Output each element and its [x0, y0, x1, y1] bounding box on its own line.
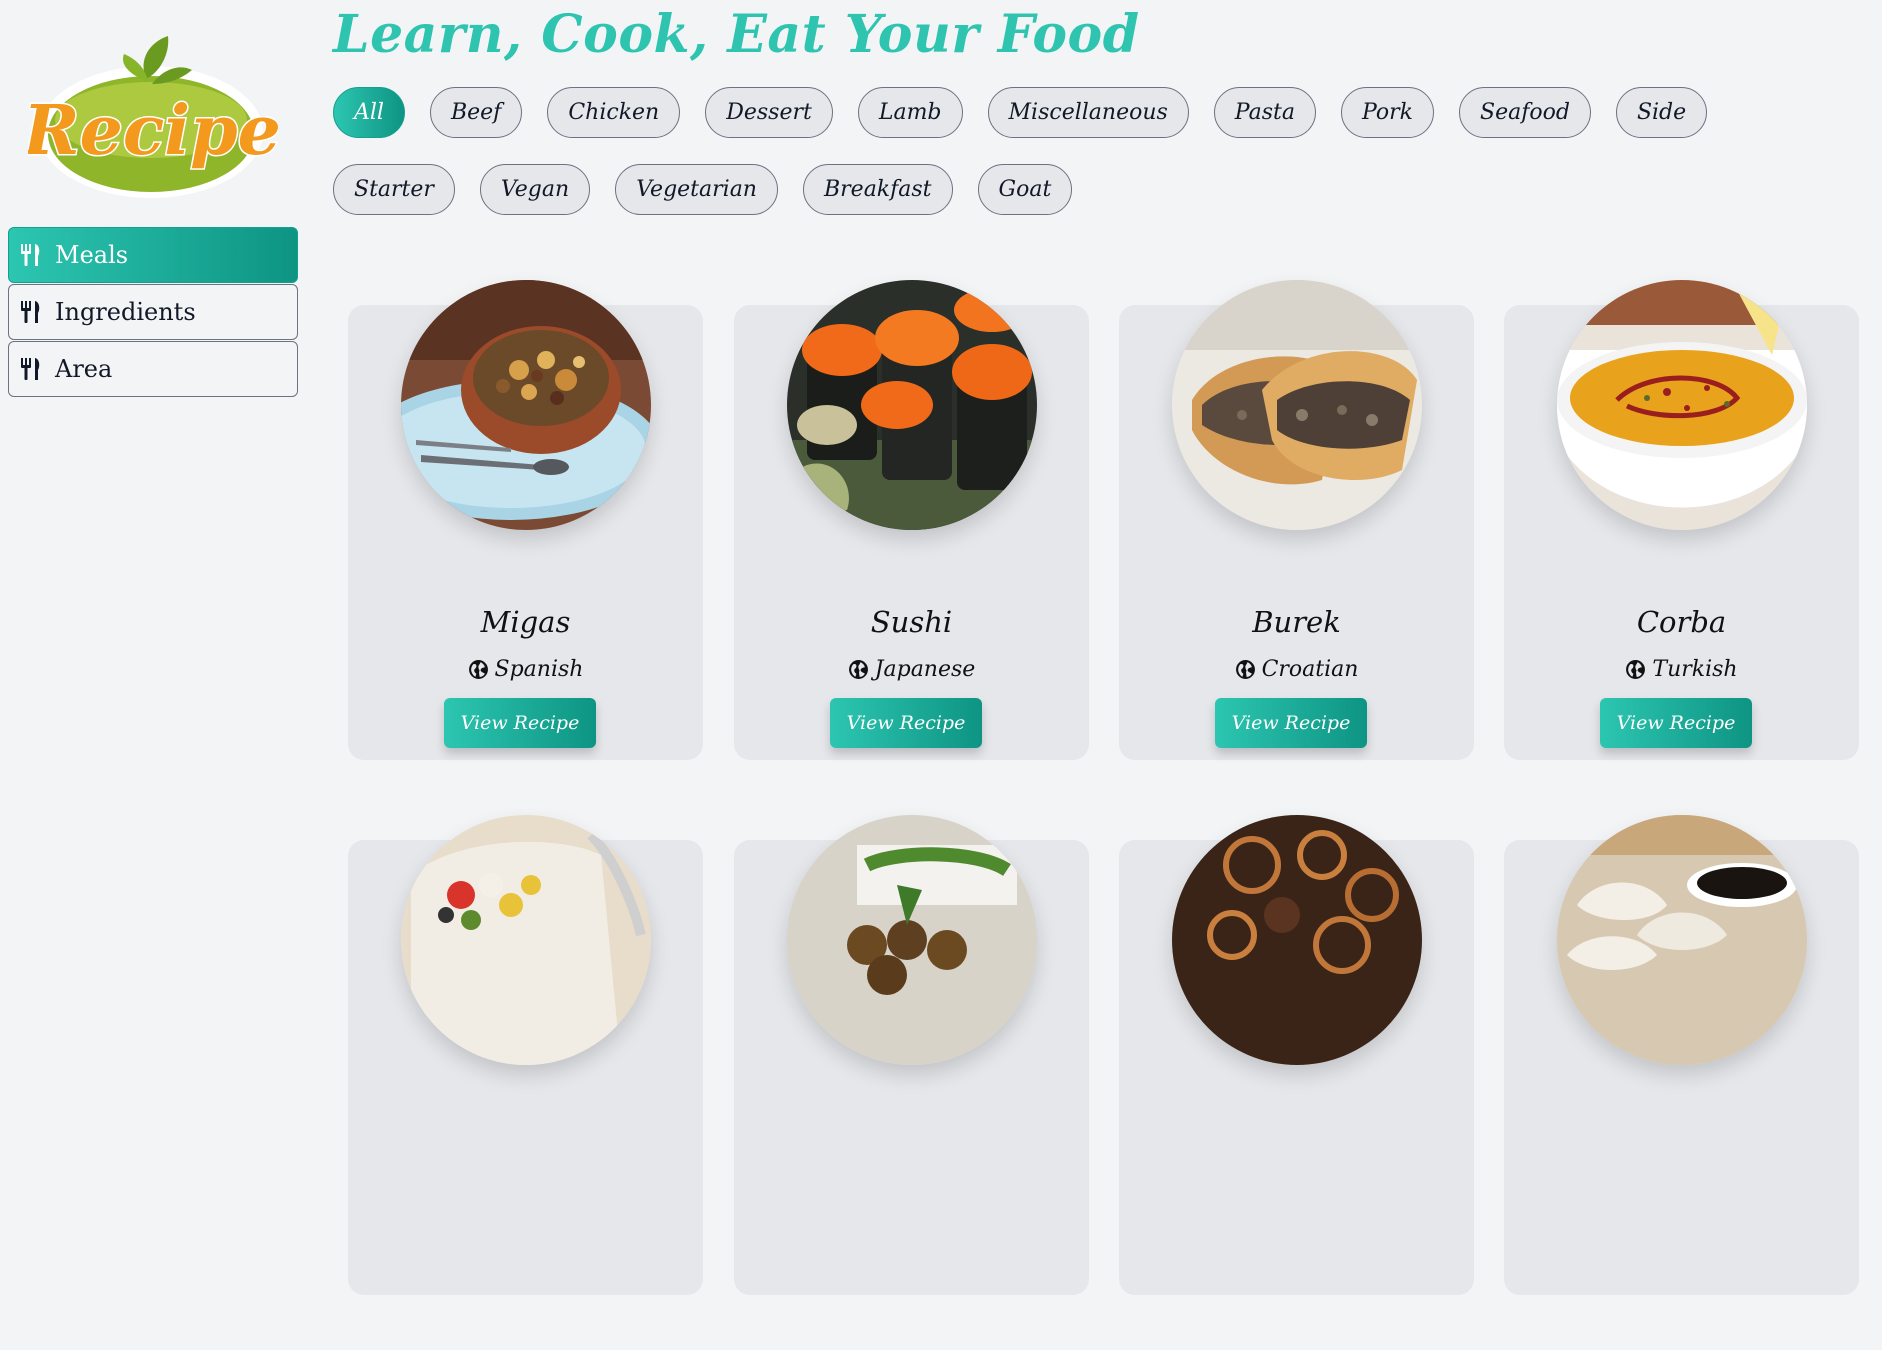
meal-card: Migas Spanish View Recipe — [348, 280, 703, 760]
meal-image[interactable] — [787, 280, 1037, 530]
meal-name: Migas — [480, 605, 571, 639]
utensils-icon — [19, 243, 43, 267]
meal-area-label: Spanish — [494, 657, 584, 682]
filter-chip-miscellaneous[interactable]: Miscellaneous — [987, 87, 1189, 138]
filter-chip-breakfast[interactable]: Breakfast — [802, 164, 953, 215]
filter-chip-beef[interactable]: Beef — [429, 87, 523, 138]
globe-icon — [468, 660, 488, 679]
nav-item-meals[interactable]: Meals — [8, 227, 298, 283]
meal-card: Burek Croatian View Recipe — [1119, 280, 1474, 760]
meal-card: Corba Turkish View Recipe — [1504, 280, 1859, 760]
meal-area: Turkish — [1504, 657, 1859, 682]
meal-card — [1119, 815, 1474, 1295]
meal-image[interactable] — [1172, 815, 1422, 1065]
filter-chip-pork[interactable]: Pork — [1340, 87, 1434, 138]
filter-chip-seafood[interactable]: Seafood — [1459, 87, 1591, 138]
globe-icon — [1626, 660, 1646, 679]
main-nav: Meals Ingredients Area — [8, 227, 298, 398]
utensils-icon — [19, 300, 43, 324]
filter-chip-dessert[interactable]: Dessert — [705, 87, 833, 138]
meal-image[interactable] — [1557, 280, 1807, 530]
meal-card — [1504, 815, 1859, 1295]
filter-chip-chicken[interactable]: Chicken — [547, 87, 681, 138]
nav-item-ingredients[interactable]: Ingredients — [8, 284, 298, 340]
meal-area-label: Turkish — [1652, 657, 1738, 682]
nav-item-label: Meals — [55, 241, 129, 269]
recipe-logo[interactable]: Recipe — [20, 24, 282, 204]
meal-image[interactable] — [787, 815, 1037, 1065]
meal-area: Croatian — [1119, 657, 1474, 682]
view-recipe-button[interactable]: View Recipe — [1215, 698, 1367, 748]
main-content: Learn, Cook, Eat Your Food All Beef Chic… — [314, 0, 1882, 1295]
filter-chip-side[interactable]: Side — [1615, 87, 1708, 138]
logo-text: Recipe — [28, 91, 278, 171]
meal-card — [348, 815, 703, 1295]
filter-chip-all[interactable]: All — [333, 87, 405, 138]
globe-icon — [848, 660, 868, 679]
view-recipe-button[interactable]: View Recipe — [1600, 698, 1752, 748]
meal-image[interactable] — [1172, 280, 1422, 530]
meal-row — [348, 815, 1863, 1350]
meal-area-label: Japanese — [874, 657, 976, 682]
meal-area: Japanese — [734, 657, 1089, 682]
meal-area: Spanish — [348, 657, 703, 682]
meal-row: Migas Spanish View Recipe Sushi Japanese… — [348, 280, 1863, 815]
meal-name: Burek — [1252, 605, 1341, 639]
globe-icon — [1235, 660, 1255, 679]
meal-name: Corba — [1636, 605, 1727, 639]
filter-chip-starter[interactable]: Starter — [333, 164, 455, 215]
meal-image[interactable] — [401, 815, 651, 1065]
filter-chip-vegetarian[interactable]: Vegetarian — [615, 164, 778, 215]
sidebar: Recipe Meals Ingredients Area — [0, 0, 314, 951]
meal-area-label: Croatian — [1261, 657, 1359, 682]
meal-card — [734, 815, 1089, 1295]
meal-grid: Migas Spanish View Recipe Sushi Japanese… — [348, 280, 1863, 1350]
filter-chip-lamb[interactable]: Lamb — [857, 87, 963, 138]
page-title: Learn, Cook, Eat Your Food — [333, 4, 1140, 65]
filter-chip-pasta[interactable]: Pasta — [1213, 87, 1316, 138]
nav-item-area[interactable]: Area — [8, 341, 298, 397]
nav-item-label: Ingredients — [55, 298, 196, 326]
category-filters: All Beef Chicken Dessert Lamb Miscellane… — [333, 87, 1783, 215]
meal-image[interactable] — [401, 280, 651, 530]
filter-chip-goat[interactable]: Goat — [977, 164, 1073, 215]
filter-chip-vegan[interactable]: Vegan — [479, 164, 591, 215]
view-recipe-button[interactable]: View Recipe — [444, 698, 596, 748]
meal-image[interactable] — [1557, 815, 1807, 1065]
nav-item-label: Area — [55, 355, 113, 383]
view-recipe-button[interactable]: View Recipe — [830, 698, 982, 748]
utensils-icon — [19, 357, 43, 381]
meal-card: Sushi Japanese View Recipe — [734, 280, 1089, 760]
meal-name: Sushi — [870, 605, 953, 639]
